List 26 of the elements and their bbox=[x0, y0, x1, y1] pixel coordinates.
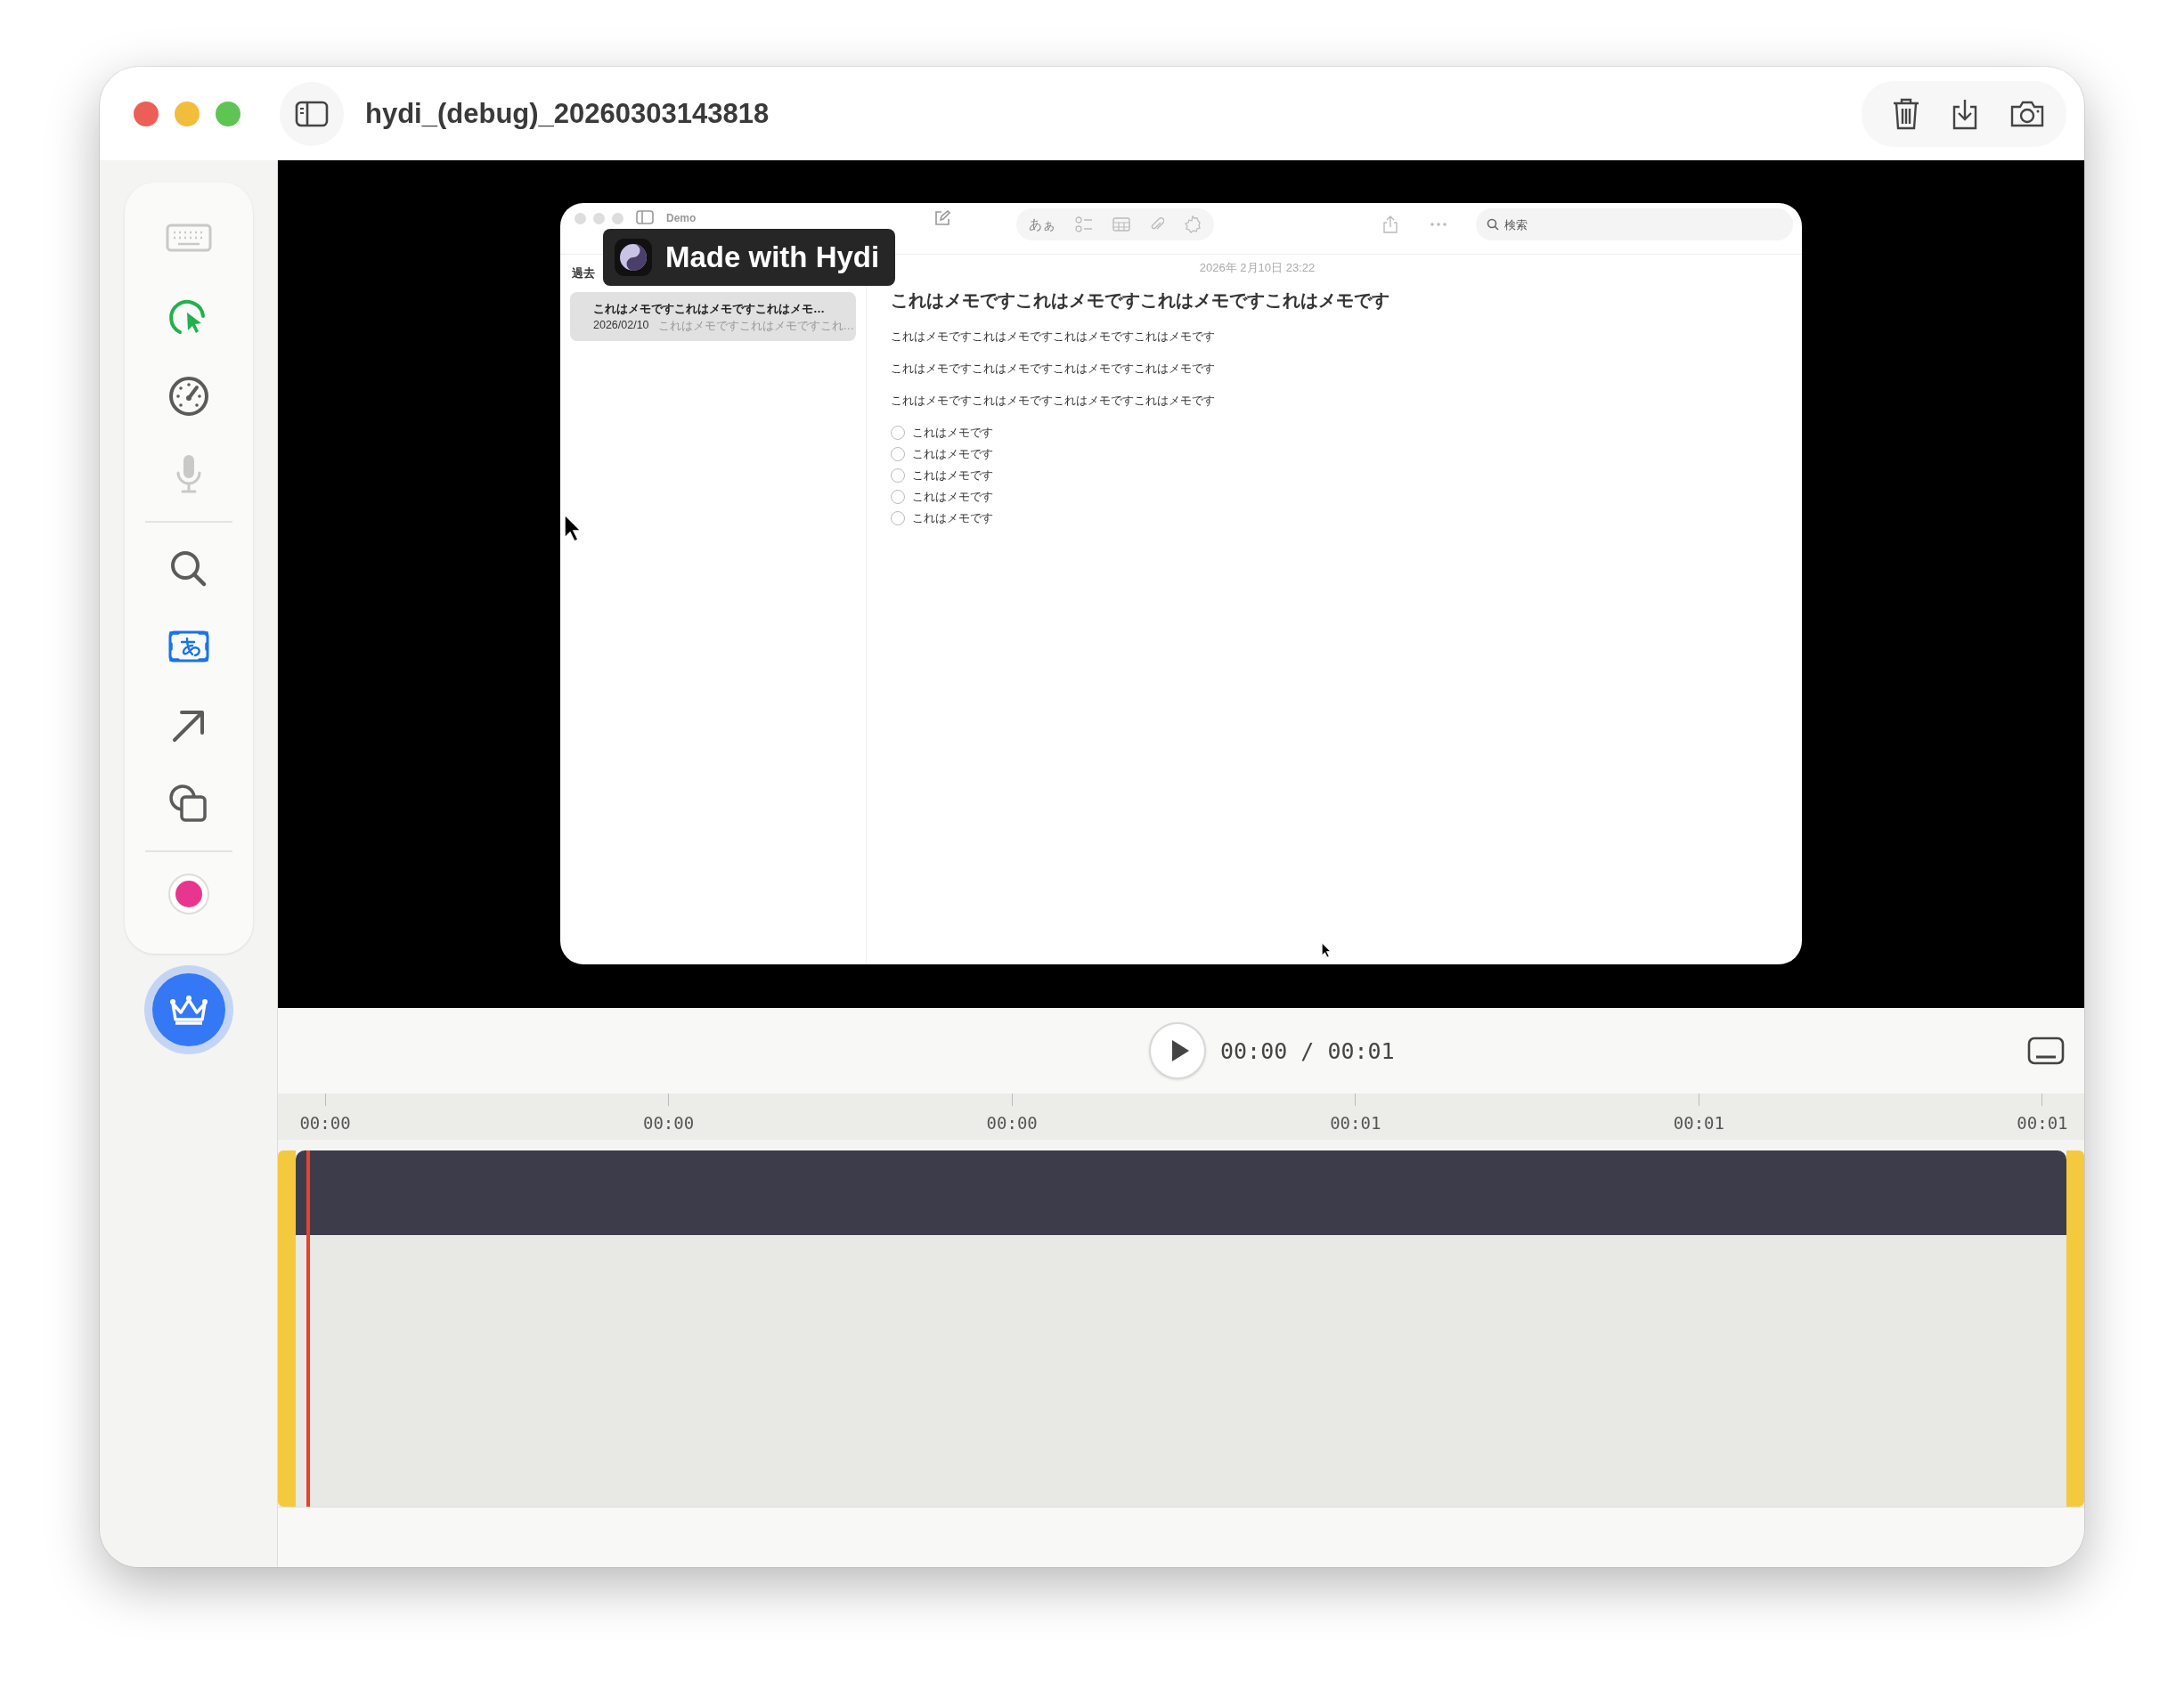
search-field[interactable]: 検索 bbox=[1476, 208, 1793, 240]
time-label: 00:01 bbox=[2017, 1113, 2068, 1133]
note-date: 2026年 2月10日 23:22 bbox=[1198, 260, 1316, 276]
list-header: 過去 bbox=[571, 265, 596, 281]
watermark-text: Made with Hydi bbox=[665, 240, 880, 274]
time-label: 00:01 bbox=[1673, 1113, 1724, 1133]
note-preview: これはメモですこれはメモですこれ… bbox=[657, 319, 855, 334]
note-list-item[interactable]: これはメモですこれはメモですこれはメモ… 2026/02/10 これはメモですこれはメモですこれ… bbox=[570, 292, 856, 341]
time-label: 00:00 bbox=[643, 1113, 695, 1133]
note-date: 2026/02/10 bbox=[593, 319, 649, 333]
window-title: hydi_(debug)_20260303143818 bbox=[365, 97, 770, 130]
note-paragraph: これはメモですこれはメモですこれはメモですこれはメモです bbox=[891, 329, 1216, 345]
playback-time: 00:00 / 00:01 bbox=[1220, 1037, 1395, 1064]
checklist-item: これはメモです bbox=[912, 425, 993, 441]
checklist-item: これはメモです bbox=[912, 510, 993, 526]
checklist-item: これはメモです bbox=[912, 489, 993, 505]
note-paragraph: これはメモですこれはメモですこれはメモですこれはメモです bbox=[891, 361, 1216, 377]
time-label: 00:00 bbox=[299, 1113, 351, 1133]
note-heading: これはメモですこれはメモですこれはメモですこれはメモです bbox=[891, 289, 1390, 312]
folder-title: Demo bbox=[666, 213, 697, 224]
checklist-item: これはメモです bbox=[912, 446, 993, 462]
note-paragraph: これはメモですこれはメモですこれはメモですこれはメモです bbox=[891, 393, 1216, 409]
checklist-item: これはメモです bbox=[912, 467, 993, 484]
note-title: これはメモですこれはメモですこれはメモ… bbox=[593, 301, 826, 317]
time-label: 00:00 bbox=[986, 1113, 1038, 1133]
time-label: 00:01 bbox=[1330, 1113, 1381, 1133]
